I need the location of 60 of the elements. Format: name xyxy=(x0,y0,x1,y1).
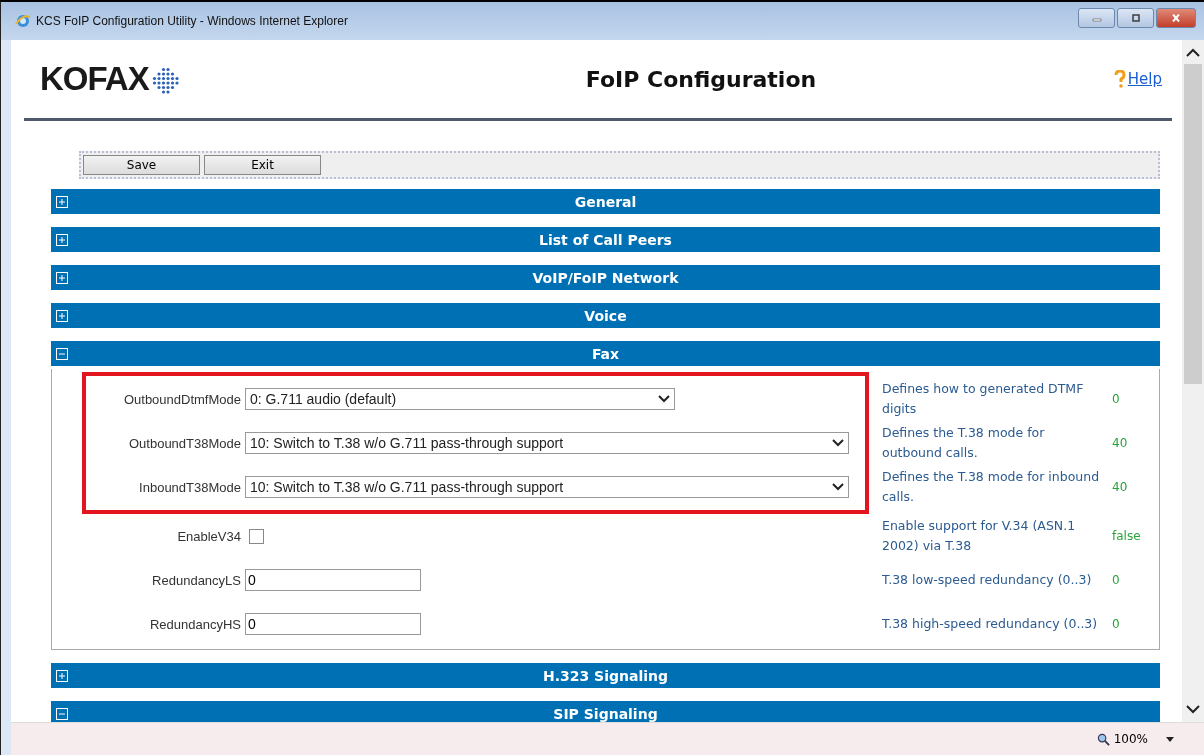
field-label: InboundT38Mode xyxy=(138,479,242,495)
chevron-down-icon xyxy=(832,483,844,491)
current-value: 40 xyxy=(1111,436,1128,450)
section-header[interactable]: VoIP/FoIP Network xyxy=(51,265,1160,290)
collapse-icon[interactable] xyxy=(56,347,68,360)
zoom-icon xyxy=(1096,732,1110,746)
field-description: T.38 low-speed redundancy (0..3) xyxy=(881,571,1093,589)
browser-icon xyxy=(15,13,31,29)
field-description: Defines the T.38 mode for outbound calls. xyxy=(881,424,1046,462)
maximize-button[interactable] xyxy=(1117,8,1154,28)
section-header[interactable]: SIP Signaling xyxy=(51,701,1160,722)
field-label: OutboundT38Mode xyxy=(127,435,242,451)
toolbar-button[interactable]: Exit xyxy=(204,155,321,175)
field-label: RedundancyLS xyxy=(151,572,242,588)
expand-icon[interactable] xyxy=(56,309,68,322)
field-label: RedundancyHS xyxy=(148,616,242,632)
dropdown[interactable]: 0: G.711 audio (default) xyxy=(245,388,675,410)
expand-icon[interactable] xyxy=(56,195,68,208)
page-title: FoIP Configuration xyxy=(584,66,818,92)
collapse-icon[interactable] xyxy=(56,707,68,720)
text-field[interactable]: 0 xyxy=(245,569,421,591)
dropdown[interactable]: 10: Switch to T.38 w/o G.711 pass-through support xyxy=(245,432,849,454)
section-header[interactable]: H.323 Signaling xyxy=(51,663,1160,688)
expand-icon[interactable] xyxy=(56,271,68,284)
current-value: 0 xyxy=(1111,392,1120,406)
toolbar-button[interactable]: Save xyxy=(83,155,200,175)
section-header[interactable]: General xyxy=(51,189,1160,214)
scroll-up-icon[interactable] xyxy=(1186,48,1200,58)
field-description: Defines how to generated DTMF digits xyxy=(881,380,1085,418)
section-header[interactable]: Voice xyxy=(51,303,1160,328)
field-description: Defines the T.38 mode for inbound calls. xyxy=(881,468,1101,506)
close-icon xyxy=(1171,14,1181,22)
expand-icon[interactable] xyxy=(56,233,68,246)
checkbox[interactable] xyxy=(249,528,264,544)
field-label: OutboundDtmfMode xyxy=(122,391,242,407)
section-header[interactable]: List of Call Peers xyxy=(51,227,1160,252)
minimize-button[interactable] xyxy=(1078,8,1115,28)
close-button[interactable] xyxy=(1156,8,1196,28)
help-icon xyxy=(1113,70,1126,88)
dropdown[interactable]: 10: Switch to T.38 w/o G.711 pass-through support xyxy=(245,476,849,498)
scrollbar[interactable] xyxy=(1182,40,1204,722)
logo-text: KOFAX xyxy=(40,60,149,98)
current-value: 0 xyxy=(1111,617,1120,631)
chevron-down-icon xyxy=(658,395,670,403)
maximize-icon xyxy=(1130,14,1141,22)
help-link[interactable]: Help xyxy=(1127,70,1162,88)
scroll-down-icon[interactable] xyxy=(1186,704,1200,714)
dropdown-caret-icon[interactable] xyxy=(1166,736,1174,742)
field-description: Enable support for V.34 (ASN.1 2002) via T.38 xyxy=(881,517,1077,555)
field-label: EnableV34 xyxy=(176,528,242,544)
current-value: 0 xyxy=(1111,573,1120,587)
zoom-level[interactable]: 100% xyxy=(1113,732,1148,746)
text-field[interactable]: 0 xyxy=(245,613,421,635)
window-title: KCS FoIP Configuration Utility - Windows Internet Explorer xyxy=(36,14,348,28)
chevron-down-icon xyxy=(832,439,844,447)
current-value: 40 xyxy=(1111,480,1128,494)
section-header[interactable]: Fax xyxy=(51,341,1160,366)
expand-icon[interactable] xyxy=(56,669,68,682)
current-value: false xyxy=(1111,529,1141,543)
field-description: T.38 high-speed redundancy (0..3) xyxy=(881,615,1099,633)
